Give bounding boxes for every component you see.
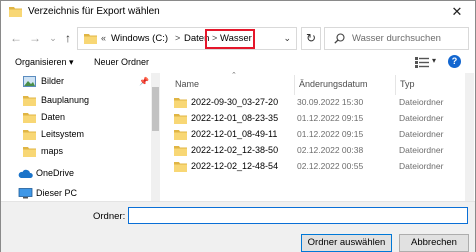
- sidebar-scroll-thumb[interactable]: [152, 87, 159, 131]
- file-name: 2022-12-01_08-49-11: [191, 129, 278, 139]
- up-button[interactable]: ↑: [61, 30, 75, 46]
- forward-button[interactable]: →: [28, 30, 42, 46]
- file-type: Dateiordner: [399, 161, 444, 171]
- navigation-pane: Bilder 📌 Bauplanung Daten Leitsystem map…: [1, 73, 160, 203]
- title-bar[interactable]: Verzeichnis für Export wählen ✕: [1, 1, 475, 23]
- sidebar-item-label: Bauplanung: [41, 95, 90, 105]
- address-dropdown-icon[interactable]: ⌄: [283, 33, 291, 44]
- dialog-footer: Ordner: Ordner auswählen Abbrechen: [1, 201, 475, 252]
- folder-icon: [84, 34, 97, 44]
- file-date: 01.12.2022 09:15: [297, 129, 364, 139]
- view-dropdown-icon[interactable]: ▾: [432, 56, 436, 65]
- pictures-icon: [23, 76, 36, 87]
- file-type: Dateiordner: [399, 129, 444, 139]
- sidebar-item-label: Bilder: [41, 76, 65, 86]
- address-bar[interactable]: « Windows (C:) > Daten > Wasser ⌄: [77, 27, 297, 50]
- folder-label: Ordner:: [93, 211, 126, 222]
- sidebar-item-bilder[interactable]: Bilder 📌: [1, 73, 149, 91]
- close-button[interactable]: ✕: [449, 4, 465, 20]
- sidebar-item-label: maps: [41, 146, 64, 156]
- file-date: 01.12.2022 09:15: [297, 113, 364, 123]
- select-folder-button[interactable]: Ordner auswählen: [301, 234, 392, 252]
- sidebar-item-label: Dieser PC: [36, 188, 78, 198]
- folder-icon: [9, 7, 22, 17]
- new-folder-button[interactable]: Neuer Ordner: [94, 57, 149, 67]
- list-item[interactable]: 2022-12-02_12-48-54 02.12.2022 00:55 Dat…: [167, 159, 465, 174]
- column-divider[interactable]: [294, 75, 295, 95]
- sidebar-item-label: OneDrive: [36, 168, 75, 178]
- file-name: 2022-09-30_03-27-20: [191, 97, 279, 107]
- organize-button[interactable]: Organisieren ▾: [15, 57, 74, 68]
- sidebar-item-maps[interactable]: maps: [1, 143, 149, 161]
- folder-icon: [23, 147, 36, 157]
- list-item[interactable]: 2022-12-02_12-38-50 02.12.2022 00:38 Dat…: [167, 143, 465, 158]
- address-segment-drive[interactable]: Windows (C:): [111, 33, 168, 44]
- file-date: 02.12.2022 00:55: [297, 161, 364, 171]
- file-type: Dateiordner: [399, 97, 444, 107]
- chevron-right-icon[interactable]: >: [175, 33, 180, 43]
- file-type: Dateiordner: [399, 113, 444, 123]
- recent-locations-dropdown[interactable]: ⌄: [46, 30, 60, 46]
- folder-name-input[interactable]: [128, 207, 468, 224]
- sort-ascending-icon: ⌃: [231, 72, 237, 79]
- file-date: 30.09.2022 15:30: [297, 97, 364, 107]
- this-pc-icon: [18, 188, 33, 199]
- folder-icon: [174, 98, 187, 108]
- sidebar-item-leitsystem[interactable]: Leitsystem: [1, 126, 149, 144]
- help-icon[interactable]: ?: [448, 55, 461, 68]
- search-input[interactable]: Wasser durchsuchen: [324, 27, 469, 50]
- folder-icon: [174, 130, 187, 140]
- file-name: 2022-12-02_12-48-54: [191, 161, 279, 171]
- onedrive-icon: [18, 169, 33, 178]
- view-options-icon[interactable]: [415, 57, 429, 68]
- file-name: 2022-12-01_08-23-35: [191, 113, 279, 123]
- file-name: 2022-12-02_12-38-50: [191, 145, 279, 155]
- column-header-type[interactable]: Typ: [400, 79, 415, 89]
- back-button[interactable]: ←: [9, 30, 23, 46]
- column-header-name[interactable]: Name: [175, 79, 199, 89]
- folder-icon: [174, 114, 187, 124]
- column-header-date[interactable]: Änderungsdatum: [299, 79, 368, 89]
- file-type: Dateiordner: [399, 145, 444, 155]
- folder-picker-dialog: Verzeichnis für Export wählen ✕ ← → ⌄ ↑ …: [0, 0, 476, 252]
- pin-icon[interactable]: 📌: [139, 77, 149, 86]
- address-overflow[interactable]: «: [101, 33, 106, 43]
- refresh-button[interactable]: ↻: [301, 27, 321, 50]
- folder-icon: [23, 130, 36, 140]
- search-icon: [334, 33, 345, 44]
- column-divider[interactable]: [395, 75, 396, 95]
- sidebar-item-onedrive[interactable]: OneDrive: [1, 165, 149, 183]
- sidebar-item-label: Leitsystem: [41, 129, 85, 139]
- file-list-scrollbar[interactable]: [465, 73, 474, 203]
- window-title: Verzeichnis für Export wählen: [28, 6, 160, 17]
- list-item[interactable]: 2022-09-30_03-27-20 30.09.2022 15:30 Dat…: [167, 95, 465, 110]
- sidebar-item-bauplanung[interactable]: Bauplanung: [1, 92, 149, 110]
- search-placeholder: Wasser durchsuchen: [352, 33, 441, 44]
- folder-icon: [174, 162, 187, 172]
- sidebar-item-daten[interactable]: Daten: [1, 109, 149, 127]
- highlight-box: [205, 29, 255, 49]
- folder-icon: [23, 113, 36, 123]
- command-toolbar: Organisieren ▾ Neuer Ordner ▾ ?: [1, 53, 475, 73]
- cancel-button[interactable]: Abbrechen: [399, 234, 469, 252]
- list-item[interactable]: 2022-12-01_08-23-35 01.12.2022 09:15 Dat…: [167, 111, 465, 126]
- folder-icon: [174, 146, 187, 156]
- file-date: 02.12.2022 00:38: [297, 145, 364, 155]
- folder-icon: [23, 96, 36, 106]
- list-item[interactable]: 2022-12-01_08-49-11 01.12.2022 09:15 Dat…: [167, 127, 465, 142]
- sidebar-item-label: Daten: [41, 112, 66, 122]
- navigation-bar: ← → ⌄ ↑ « Windows (C:) > Daten > Wasser …: [1, 23, 475, 53]
